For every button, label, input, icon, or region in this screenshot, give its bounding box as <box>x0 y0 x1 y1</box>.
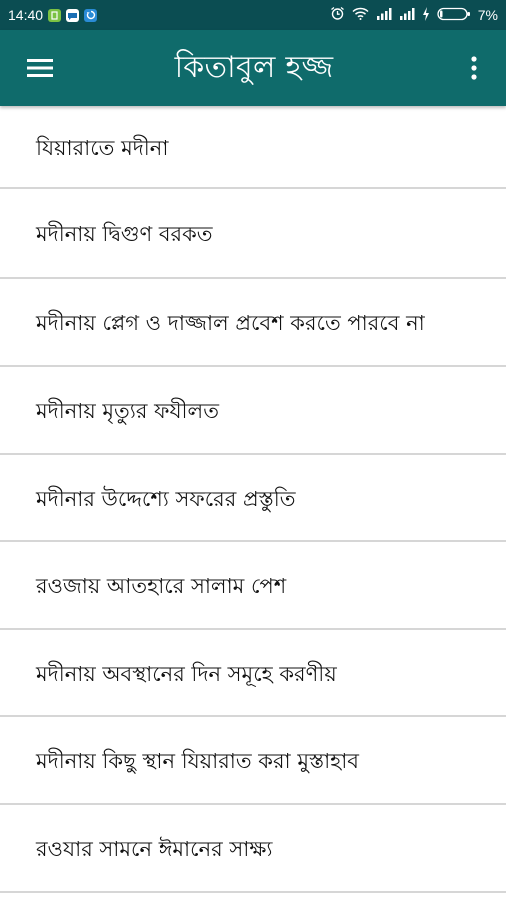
charging-icon <box>422 6 430 24</box>
list-item[interactable]: মদীনার উদ্দেশ্যে সফরের প্রস্তুতি <box>0 455 506 542</box>
list-item-label: মদীনার উদ্দেশ্যে সফরের প্রস্তুতি <box>36 486 296 511</box>
list-item[interactable]: মদীনায় কিছু স্থান যিয়ারাত করা মুস্তাহা… <box>0 717 506 805</box>
list-item-label: মদীনায় অবস্থানের দিন সমূহে করণীয় <box>36 661 337 686</box>
signal-sim1-icon <box>376 7 392 23</box>
list-item-label: মদীনায় দ্বিগুণ বরকত <box>36 222 213 246</box>
sync-notification-icon <box>84 8 98 22</box>
notification-app-icon <box>48 8 62 22</box>
topic-list: যিয়ারাতে মদীনা মদীনায় দ্বিগুণ বরকত মদী… <box>0 106 506 893</box>
app-bar: কিতাবুল হজ্জ <box>0 30 506 106</box>
list-item[interactable]: মদীনায় প্লেগ ও দাজ্জাল প্রবেশ করতে পারব… <box>0 279 506 367</box>
alarm-icon <box>330 6 345 24</box>
overflow-menu-button[interactable] <box>452 42 496 94</box>
list-item-label: যিয়ারাতে মদীনা <box>36 135 169 160</box>
list-item[interactable]: মদীনায় দ্বিগুণ বরকত <box>0 189 506 279</box>
list-item[interactable]: রওজায় আতহারে সালাম পেশ <box>0 542 506 630</box>
status-bar: 14:40 7% <box>0 0 506 30</box>
battery-percent: 7% <box>477 7 498 23</box>
list-item-label: মদীনায় প্লেগ ও দাজ্জাল প্রবেশ করতে পারব… <box>36 311 425 335</box>
list-item[interactable]: মদীনায় অবস্থানের দিন সমূহে করণীয় <box>0 630 506 717</box>
status-right: 7% <box>330 6 498 24</box>
status-time: 14:40 <box>8 7 44 23</box>
list-item-label: রওজায় আতহারে সালাম পেশ <box>36 574 287 598</box>
list-item[interactable]: রওযার সামনে ঈমানের সাক্ষ্য <box>0 805 506 893</box>
hamburger-menu-icon <box>27 59 53 77</box>
status-left: 14:40 <box>8 7 98 23</box>
battery-icon <box>437 7 471 24</box>
app-title: কিতাবুল হজ্জ <box>174 49 334 85</box>
signal-sim2-icon <box>399 7 415 23</box>
list-item-label: মদীনায় মৃত্যুর ফযীলত <box>36 399 219 423</box>
more-vertical-icon <box>471 56 477 80</box>
message-notification-icon <box>66 8 80 22</box>
list-item[interactable]: মদীনায় মৃত্যুর ফযীলত <box>0 367 506 455</box>
wifi-icon <box>352 7 369 23</box>
list-item-label: মদীনায় কিছু স্থান যিয়ারাত করা মুস্তাহা… <box>36 749 359 773</box>
list-item[interactable]: যিয়ারাতে মদীনা <box>0 106 506 189</box>
list-item-label: রওযার সামনে ঈমানের সাক্ষ্য <box>36 837 273 861</box>
